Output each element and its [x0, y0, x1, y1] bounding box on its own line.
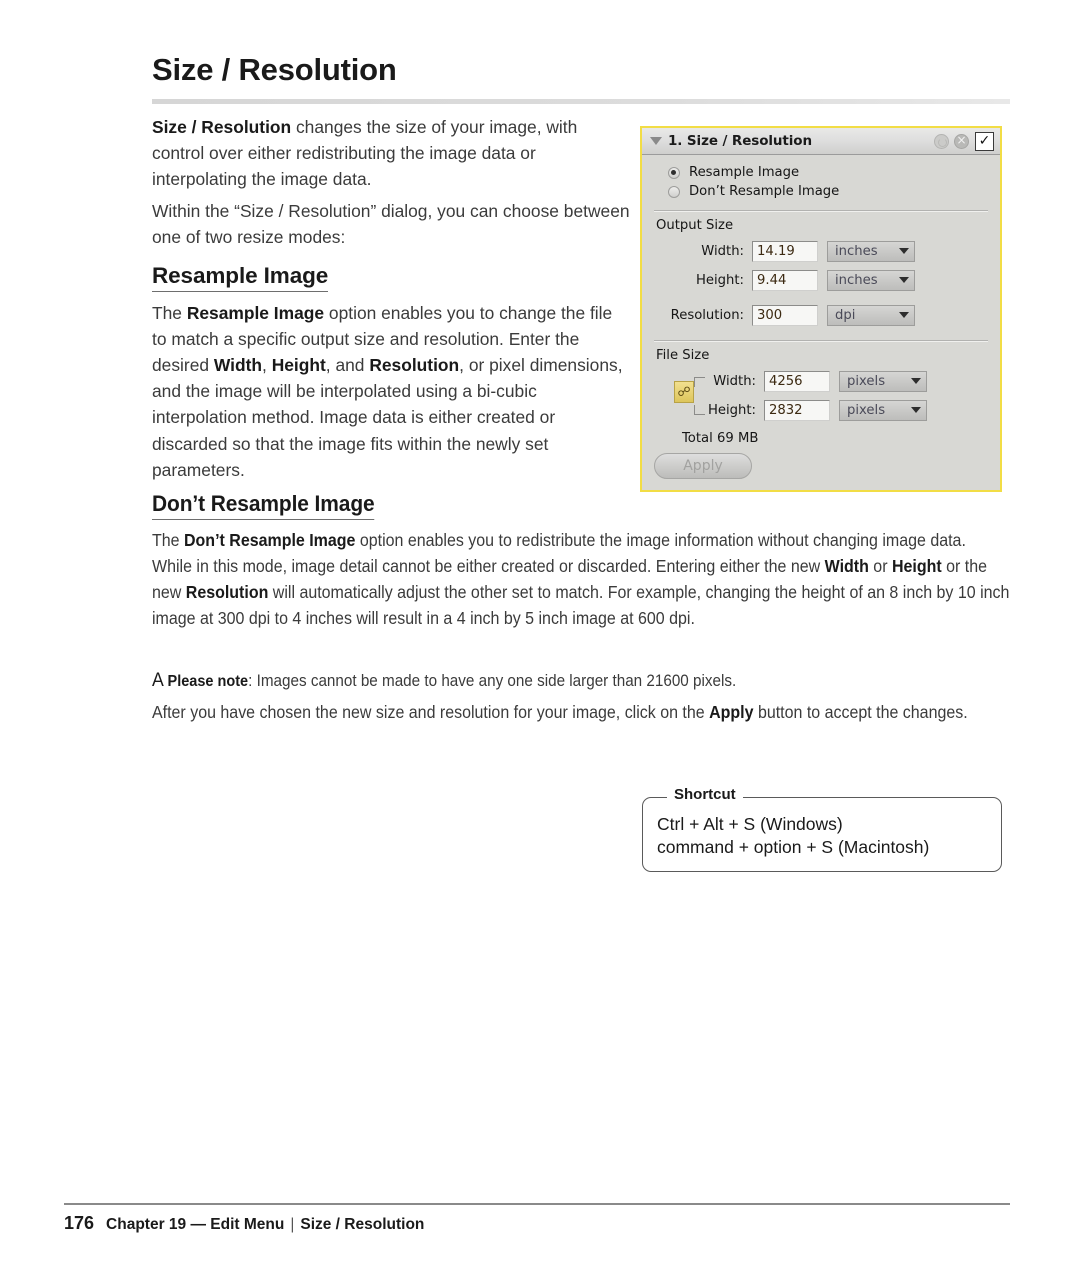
dont-resample-bold-height: Height	[891, 556, 942, 577]
dialog-titlebar: 1. Size / Resolution ✓	[642, 128, 1000, 155]
dialog-body: Resample Image Don’t Resample Image Outp…	[642, 155, 1000, 479]
group-label-file-size: File Size	[656, 348, 710, 363]
select-output-width-unit[interactable]: inches	[827, 240, 915, 262]
resample-text-4: , and	[325, 355, 370, 376]
checkmark-icon[interactable]: ✓	[975, 131, 994, 151]
resample-heading-wrap: Resample Image	[152, 263, 630, 292]
select-output-width-unit-value: inches	[835, 243, 878, 259]
dont-resample-bold-resolution: Resolution	[185, 582, 269, 603]
reset-icon[interactable]	[934, 133, 949, 149]
divider-file-size	[654, 340, 988, 342]
shortcut-box: Shortcut Ctrl + Alt + S (Windows) comman…	[642, 786, 1002, 872]
resample-bold-width: Width	[213, 355, 263, 376]
dont-resample-body: The Don’t Resample Image option enables …	[152, 527, 1010, 632]
resample-body: The Resample Image option enables you to…	[152, 300, 630, 483]
shortcut-line-windows: Ctrl + Alt + S (Windows)	[657, 814, 843, 834]
size-resolution-dialog[interactable]: 1. Size / Resolution ✓ Resample Image Do…	[640, 126, 1002, 492]
label-output-width: Width:	[701, 243, 744, 259]
input-file-width[interactable]: 4256	[764, 370, 830, 392]
page-title: Size / Resolution	[152, 52, 397, 87]
closing-bold-apply: Apply	[709, 702, 754, 722]
resample-heading: Resample Image	[152, 263, 328, 292]
dont-resample-text-3: or	[868, 556, 892, 577]
field-output-height: Height: 9.44 inches	[652, 267, 990, 293]
dialog-title: 1. Size / Resolution	[668, 133, 812, 149]
select-file-height-unit[interactable]: pixels	[839, 399, 927, 421]
title-divider	[152, 99, 1010, 104]
dont-resample-heading: Don’t Resample Image	[152, 491, 375, 520]
resample-bold-resolution: Resolution	[369, 355, 460, 376]
input-resolution[interactable]: 300	[752, 304, 818, 326]
select-file-width-unit[interactable]: pixels	[839, 370, 927, 392]
radio-label-dont-resample: Don’t Resample Image	[689, 184, 840, 199]
label-resolution: Resolution:	[670, 307, 744, 323]
closing-text-2: button to accept the changes.	[753, 702, 968, 722]
apply-button[interactable]: Apply	[654, 453, 752, 479]
dont-resample-text-5: will automatically adjust the other set …	[152, 582, 1010, 629]
chevron-down-icon	[911, 378, 921, 384]
dont-resample-bold-1: Don’t Resample Image	[183, 530, 356, 550]
please-note-label: Please note	[167, 673, 249, 690]
shortcut-lines: Ctrl + Alt + S (Windows) command + optio…	[643, 798, 1001, 860]
select-resolution-unit-value: dpi	[835, 307, 856, 323]
select-file-width-unit-value: pixels	[847, 373, 886, 389]
document-page: Size / Resolution Size / Resolution chan…	[0, 0, 1080, 1270]
select-resolution-unit[interactable]: dpi	[827, 304, 915, 326]
radio-label-resample: Resample Image	[689, 165, 800, 180]
chain-link-lock-icon[interactable]: ☍	[674, 381, 694, 403]
field-resolution: Resolution: 300 dpi	[652, 302, 990, 328]
select-file-height-unit-value: pixels	[847, 402, 886, 418]
select-output-height-unit-value: inches	[835, 272, 878, 288]
resample-bold-height: Height	[271, 355, 326, 376]
link-bracket-bottom-icon	[694, 405, 705, 415]
input-output-width[interactable]: 14.19	[752, 240, 818, 262]
total-size-label: Total 69 MB	[682, 431, 759, 446]
footer-chapter: Chapter 19 — Edit Menu	[106, 1216, 285, 1233]
file-size-fields: ☍ Width: 4256 pixels Height: 2832 pixels	[652, 368, 990, 423]
radio-button-resample[interactable]	[668, 166, 680, 179]
link-bracket-top-icon	[694, 377, 705, 387]
dont-resample-bold-width: Width	[824, 556, 869, 577]
footer-divider	[64, 1203, 1010, 1205]
closing-text-1: After you have chosen the new size and r…	[152, 702, 710, 722]
resample-text-1: The	[152, 303, 187, 323]
shortcut-legend: Shortcut	[667, 786, 743, 803]
label-file-width: Width:	[713, 373, 756, 389]
footer-section: Size / Resolution	[300, 1216, 425, 1233]
page-number: 176	[64, 1213, 95, 1233]
dont-resample-heading-wrap: Don’t Resample Image	[152, 491, 1010, 520]
resample-text-3: ,	[262, 355, 272, 376]
chevron-down-icon	[899, 248, 909, 254]
disclosure-triangle-icon[interactable]	[650, 137, 662, 145]
please-note-callout: A Please note: Images cannot be made to h…	[152, 667, 1010, 696]
intro-paragraph-2-text: Within the “Size / Resolution” dialog, y…	[152, 201, 630, 248]
footer-separator: |	[290, 1216, 295, 1233]
footer: 176 Chapter 19 — Edit Menu | Size / Reso…	[64, 1213, 424, 1234]
chevron-down-icon	[899, 277, 909, 283]
warning-a-icon: A	[152, 670, 164, 691]
resample-bold-1: Resample Image	[186, 303, 325, 323]
radio-resample-image[interactable]: Resample Image	[668, 163, 990, 182]
divider-output-size	[654, 210, 988, 212]
chevron-down-icon	[899, 312, 909, 318]
radio-button-dont-resample[interactable]	[668, 185, 680, 198]
radio-dont-resample-image[interactable]: Don’t Resample Image	[668, 182, 990, 201]
select-output-height-unit[interactable]: inches	[827, 269, 915, 291]
input-output-height[interactable]: 9.44	[752, 269, 818, 291]
field-output-width: Width: 14.19 inches	[652, 238, 990, 264]
dont-resample-text-1: The	[152, 530, 184, 550]
label-output-height: Height:	[695, 272, 744, 288]
label-file-height: Height:	[707, 402, 756, 418]
intro-paragraph-1: Size / Resolution changes the size of yo…	[152, 114, 630, 192]
close-icon[interactable]	[954, 133, 969, 149]
chevron-down-icon	[911, 407, 921, 413]
group-label-output-size: Output Size	[656, 218, 734, 233]
intro-paragraph-2: Within the “Size / Resolution” dialog, y…	[152, 198, 630, 250]
intro-bold-term: Size / Resolution	[152, 117, 292, 137]
closing-paragraph: After you have chosen the new size and r…	[152, 699, 1010, 725]
shortcut-line-macintosh: command + option + S (Macintosh)	[657, 837, 930, 858]
input-file-height[interactable]: 2832	[764, 399, 830, 421]
please-note-text: : Images cannot be made to have any one …	[248, 672, 737, 690]
